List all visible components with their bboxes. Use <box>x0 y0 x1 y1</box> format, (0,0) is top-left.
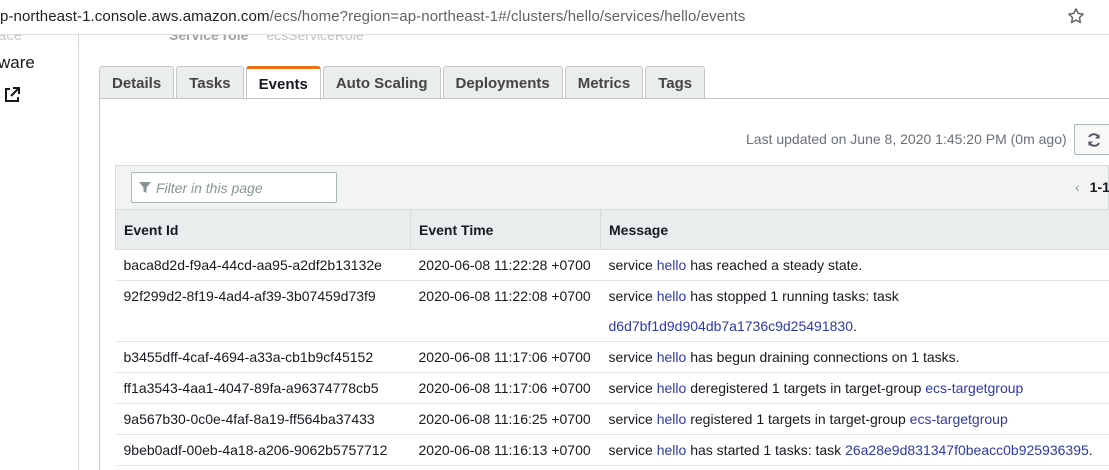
service-link[interactable]: hello <box>657 442 687 458</box>
table-toolbar: Filter in this page ‹ 1-1 <box>115 165 1109 209</box>
events-table-container: Filter in this page ‹ 1-1 Event Id Event… <box>115 165 1109 470</box>
service-link[interactable]: hello <box>657 288 687 304</box>
event-id-cell: 9beb0adf-00eb-4a18-a206-9062b5757712 <box>115 434 411 466</box>
event-time-cell: 2020-06-08 11:16:25 +0700 <box>410 403 601 435</box>
table-row: 92f299d2-8f19-4ad4-af39-3b07459d73f9 2020… <box>115 280 1109 342</box>
url-host: p-northeast-1.console.aws.amazon.com <box>0 8 270 25</box>
event-time-cell: 2020-06-08 11:16:13 +0700 <box>410 434 601 466</box>
message-text: deregistered 1 targets in target-group <box>686 380 926 396</box>
filter-input[interactable]: Filter in this page <box>131 172 337 203</box>
event-id-cell: b3455dff-4caf-4694-a33a-cb1b9cf45152 <box>115 341 411 373</box>
message-cell: service hello registered 1 targets in ta… <box>600 403 1109 435</box>
tab-events[interactable]: Events <box>245 66 321 100</box>
column-header-event-id[interactable]: Event Id <box>115 209 411 250</box>
filter-placeholder: Filter in this page <box>156 179 263 196</box>
tab-deployments[interactable]: Deployments <box>442 66 563 99</box>
message-prefix: service <box>608 349 657 365</box>
filter-icon <box>139 181 151 193</box>
event-id-cell: baca8d2d-f9a4-44cd-aa95-a2df2b13132e <box>115 249 411 281</box>
events-table: Event Id Event Time Message baca8d2d-f9a… <box>115 209 1109 466</box>
tab-tasks[interactable]: Tasks <box>176 66 244 99</box>
message-text: has started 1 tasks: task <box>686 442 846 458</box>
task-link[interactable]: d6d7bf1d9d904db7a1736c9d25491830 <box>609 318 853 334</box>
left-sidebar: ace ware <box>0 27 79 470</box>
message-prefix: service <box>608 380 657 396</box>
refresh-button[interactable] <box>1074 124 1109 155</box>
table-row: 9a567b30-0c0e-4faf-8a19-ff564ba37433 2020… <box>115 403 1109 435</box>
event-id-cell: ff1a3543-4aa1-4047-89fa-a96374778cb5 <box>115 372 411 404</box>
message-text: has stopped 1 running tasks: task <box>686 288 899 304</box>
event-id-cell: 9a567b30-0c0e-4faf-8a19-ff564ba37433 <box>115 403 411 435</box>
tab-metrics[interactable]: Metrics <box>564 66 644 99</box>
star-icon[interactable] <box>1066 6 1086 26</box>
message-cell: service hello has stopped 1 running task… <box>600 280 1109 342</box>
message-prefix: service <box>608 288 657 304</box>
message-cell: service hello has started 1 tasks: task … <box>600 434 1109 466</box>
message-prefix: service <box>608 411 657 427</box>
table-header-row: Event Id Event Time Message <box>115 209 1109 250</box>
external-link-icon[interactable] <box>2 85 22 105</box>
event-id-cell: 92f299d2-8f19-4ad4-af39-3b07459d73f9 <box>115 280 411 342</box>
column-header-event-time[interactable]: Event Time <box>410 209 601 250</box>
service-tabs: Details Tasks Events Auto Scaling Deploy… <box>99 66 707 100</box>
event-time-cell: 2020-06-08 11:22:28 +0700 <box>410 249 601 281</box>
message-suffix: . <box>1088 442 1093 458</box>
service-link[interactable]: hello <box>657 380 687 396</box>
message-text: has reached a steady state. <box>686 257 863 273</box>
message-prefix: service <box>608 442 657 458</box>
service-link[interactable]: hello <box>657 411 687 427</box>
event-time-cell: 2020-06-08 11:22:08 +0700 <box>410 280 601 342</box>
tab-details[interactable]: Details <box>99 66 175 99</box>
message-link[interactable]: 26a28e9d831347f0beacc0b925936395 <box>845 442 1089 458</box>
pagination: ‹ 1-1 <box>1075 179 1109 195</box>
table-row: ff1a3543-4aa1-4047-89fa-a96374778cb5 2020… <box>115 372 1109 404</box>
service-link[interactable]: hello <box>657 257 687 273</box>
refresh-icon <box>1088 132 1100 147</box>
table-row: 9beb0adf-00eb-4a18-a206-9062b5757712 2020… <box>115 434 1109 466</box>
url-path: /ecs/home?region=ap-northeast-1#/cluster… <box>269 8 746 25</box>
page-range: 1-1 <box>1089 179 1109 195</box>
service-link[interactable]: hello <box>657 349 687 365</box>
sidebar-item-ware[interactable]: ware <box>0 53 35 73</box>
tab-auto-scaling[interactable]: Auto Scaling <box>322 66 441 99</box>
column-header-message[interactable]: Message <box>600 209 1109 250</box>
last-updated-text: Last updated on June 8, 2020 1:45:20 PM … <box>746 131 1067 147</box>
table-row: baca8d2d-f9a4-44cd-aa95-a2df2b13132e 2020… <box>115 249 1109 281</box>
message-link[interactable]: ecs-targetgroup <box>925 380 1023 396</box>
message-cell: service hello has reached a steady state… <box>600 249 1109 281</box>
message-link[interactable]: ecs-targetgroup <box>910 411 1008 427</box>
message-cell: service hello has begun draining connect… <box>600 341 1109 373</box>
tab-tags[interactable]: Tags <box>645 66 706 99</box>
url-text[interactable]: p-northeast-1.console.aws.amazon.com/ecs… <box>0 8 745 25</box>
table-row: b3455dff-4caf-4694-a33a-cb1b9cf45152 2020… <box>115 341 1109 373</box>
event-time-cell: 2020-06-08 11:17:06 +0700 <box>410 341 601 373</box>
chevron-left-icon[interactable]: ‹ <box>1075 179 1080 195</box>
message-text: has begun draining connections on 1 task… <box>686 349 960 365</box>
message-prefix: service <box>608 257 657 273</box>
main-content: Service role ecsServiceRole Details Tasks… <box>79 27 1109 470</box>
browser-url-bar[interactable]: p-northeast-1.console.aws.amazon.com/ecs… <box>0 0 1109 35</box>
message-suffix: . <box>852 318 857 334</box>
message-text: registered 1 targets in target-group <box>686 411 910 427</box>
message-cell: service hello deregistered 1 targets in … <box>600 372 1109 404</box>
event-time-cell: 2020-06-08 11:17:06 +0700 <box>410 372 601 404</box>
